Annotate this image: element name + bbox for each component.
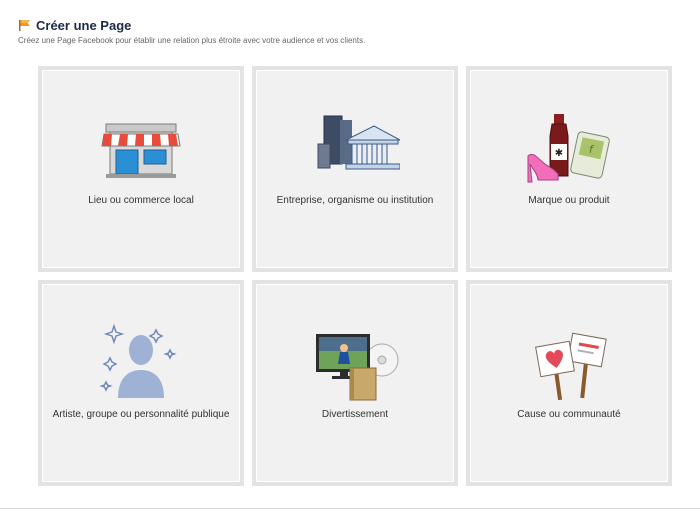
storefront-icon [101,123,181,178]
category-tile-entertainment[interactable]: Divertissement [252,280,458,486]
category-label: Artiste, groupe ou personnalité publique [52,409,230,420]
person-silhouette-icon [99,324,177,398]
category-label: Entreprise, organisme ou institution [276,195,434,206]
svg-text:✱: ✱ [555,148,563,159]
bottom-divider [0,508,700,509]
flag-icon [18,18,32,32]
category-tile-local-business[interactable]: Lieu ou commerce local [38,66,244,272]
category-label: Divertissement [321,409,389,420]
page-subtitle: Créez une Page Facebook pour établir une… [18,36,366,45]
entertainment-icon [316,334,399,401]
protest-signs-icon [535,332,607,401]
category-tile-company[interactable]: Entreprise, organisme ou institution [252,66,458,272]
page-header: Créer une Page Créez une Page Facebook p… [18,16,366,46]
category-tile-brand[interactable]: ✱ f Marque ou produit [466,66,672,272]
category-tile-cause[interactable]: Cause ou communauté [466,280,672,486]
category-label: Lieu ou commerce local [88,195,194,206]
category-label: Marque ou produit [528,195,610,206]
buildings-icon [317,115,400,170]
category-label: Cause ou communauté [517,409,621,420]
category-tile-artist[interactable]: Artiste, groupe ou personnalité publique [38,280,244,486]
products-icon: ✱ f [527,114,610,183]
page-title: Créer une Page [36,17,132,33]
